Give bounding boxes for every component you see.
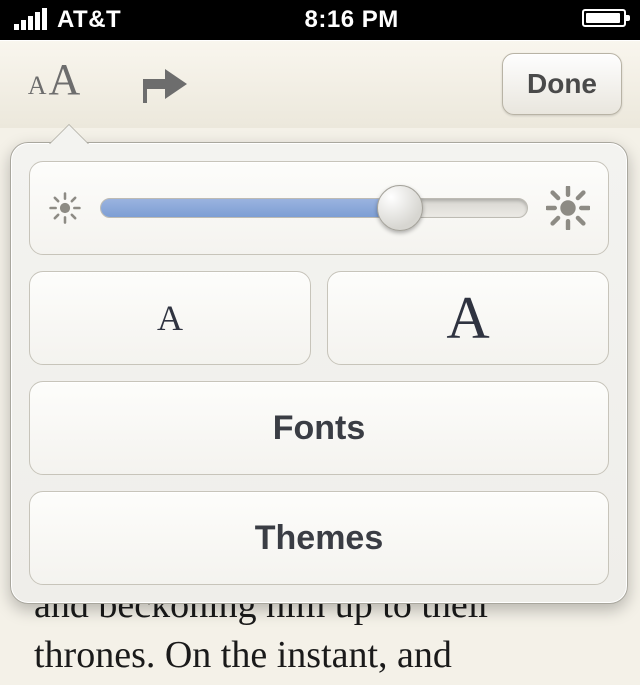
fonts-button[interactable]: Fonts xyxy=(29,381,609,475)
themes-label: Themes xyxy=(255,519,384,558)
status-bar: AT&T 8:16 PM xyxy=(0,0,640,40)
themes-button[interactable]: Themes xyxy=(29,491,609,585)
status-left: AT&T xyxy=(14,6,121,34)
increase-text-button[interactable]: A xyxy=(327,271,609,365)
text-size-icon-large: A xyxy=(49,54,81,105)
battery-icon xyxy=(582,6,626,34)
brightness-thumb[interactable] xyxy=(377,185,423,231)
carrier-label: AT&T xyxy=(57,6,121,34)
text-size-row: A A xyxy=(29,271,609,365)
reader-toolbar: A A Done xyxy=(0,40,640,129)
signal-strength-icon xyxy=(14,10,47,30)
decrease-text-label: A xyxy=(157,297,183,339)
brightness-track-fill xyxy=(101,199,400,217)
share-button[interactable] xyxy=(130,63,202,105)
brightness-high-icon xyxy=(546,186,590,230)
brightness-slider[interactable] xyxy=(100,198,528,218)
increase-text-label: A xyxy=(446,284,489,353)
appearance-popover: A A Fonts Themes xyxy=(10,142,628,604)
appearance-button[interactable]: A A xyxy=(18,54,90,114)
text-size-icon-small: A xyxy=(28,71,47,101)
brightness-low-icon xyxy=(48,191,82,225)
fonts-label: Fonts xyxy=(273,409,366,448)
clock: 8:16 PM xyxy=(305,6,399,34)
brightness-control xyxy=(29,161,609,255)
decrease-text-button[interactable]: A xyxy=(29,271,311,365)
done-button[interactable]: Done xyxy=(502,53,622,115)
share-icon xyxy=(139,63,193,105)
done-label: Done xyxy=(527,68,597,99)
